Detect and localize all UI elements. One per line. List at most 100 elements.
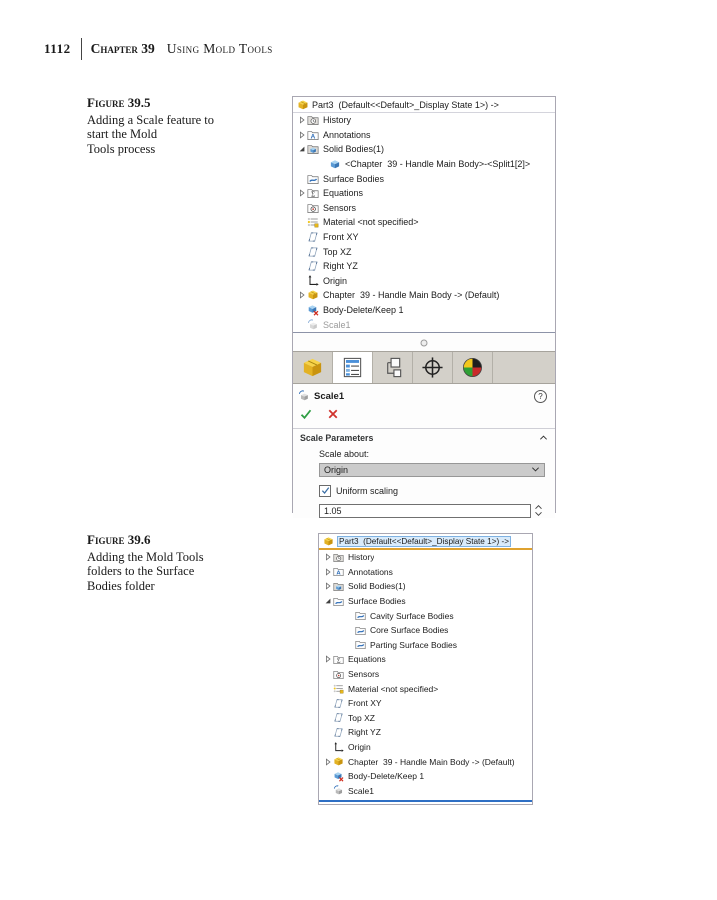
- tree-item-label: Body-Delete/Keep 1: [323, 305, 404, 315]
- tree-item-annotations[interactable]: AAnnotations: [293, 128, 555, 143]
- tree-item-sensors[interactable]: Sensors: [319, 667, 532, 682]
- annotations-folder-icon: A: [307, 129, 319, 141]
- tree-item-top-xz[interactable]: Top XZ: [319, 711, 532, 726]
- tree-item-front-xy[interactable]: Front XY: [293, 230, 555, 245]
- tree-item-label: Front XY: [323, 232, 359, 242]
- tree-item-label: Scale1: [348, 786, 374, 796]
- tree-item-front-xy[interactable]: Front XY: [319, 696, 532, 711]
- property-manager-header: Scale1 ?: [293, 387, 555, 405]
- displaymanager-tab[interactable]: [453, 352, 493, 383]
- tree-item-history[interactable]: History: [293, 113, 555, 128]
- dimxpertmanager-tab[interactable]: [413, 352, 453, 383]
- surface-bodies-folder-icon: [355, 639, 366, 650]
- help-icon[interactable]: ?: [534, 390, 547, 403]
- tree-item-scale1[interactable]: Scale1: [293, 317, 555, 332]
- tree-item-label: Surface Bodies: [323, 174, 384, 184]
- tree-item-body-delete-keep-1[interactable]: Body-Delete/Keep 1: [293, 303, 555, 318]
- expand-arrow-icon[interactable]: [322, 758, 333, 766]
- spinner-up-button[interactable]: [534, 504, 545, 510]
- expand-arrow-icon[interactable]: [322, 597, 333, 605]
- tree-item-origin[interactable]: Origin: [319, 740, 532, 755]
- chevron-down-icon: [531, 465, 540, 474]
- configurationmanager-tab[interactable]: [373, 352, 413, 383]
- spinner-down-button[interactable]: [534, 511, 545, 517]
- caption-line: Bodies folder: [87, 579, 257, 594]
- body-delete-icon: [333, 771, 344, 782]
- tree-item-label: Chapter 39 - Handle Main Body -> (Defaul…: [323, 290, 499, 300]
- tree-item-label: Equations: [323, 188, 363, 198]
- svg-text:Σ: Σ: [337, 658, 341, 665]
- feature-tree-root-label: Part3 (Default<<Default>_Display State 1…: [337, 536, 511, 547]
- tree-item-parting-surface-bodies[interactable]: Parting Surface Bodies: [319, 638, 532, 653]
- tree-item-right-yz[interactable]: Right YZ: [293, 259, 555, 274]
- uniform-scaling-checkbox[interactable]: Uniform scaling: [319, 485, 545, 497]
- tree-item-core-surface-bodies[interactable]: Core Surface Bodies: [319, 623, 532, 638]
- displaymanager-tab-icon: [461, 356, 484, 379]
- tree-item-annotations[interactable]: AAnnotations: [319, 565, 532, 580]
- tree-item-top-xz[interactable]: Top XZ: [293, 244, 555, 259]
- expand-arrow-icon[interactable]: [296, 189, 307, 197]
- expand-arrow-icon[interactable]: [322, 568, 333, 576]
- figure-caption-text: Adding a Scale feature tostart the MoldT…: [87, 113, 257, 157]
- tree-item-sensors[interactable]: Sensors: [293, 201, 555, 216]
- panel-splitter[interactable]: [293, 332, 555, 351]
- plane-icon: [307, 246, 319, 258]
- tree-item-label: Solid Bodies(1): [323, 144, 384, 154]
- property-manager: Scale1 ? Scale Parameters Scale about: O…: [293, 384, 555, 518]
- tree-item-material-not-specified[interactable]: Material <not specified>: [319, 681, 532, 696]
- expand-arrow-icon[interactable]: [322, 655, 333, 663]
- tree-item-chapter-39-handle-main-body-default[interactable]: Chapter 39 - Handle Main Body -> (Defaul…: [293, 288, 555, 303]
- expand-arrow-icon[interactable]: [296, 131, 307, 139]
- tree-item-solid-bodies-1[interactable]: Solid Bodies(1): [293, 142, 555, 157]
- solidworks-panel-figure-39-5: Part3 (Default<<Default>_Display State 1…: [292, 96, 556, 513]
- ok-button[interactable]: [300, 408, 312, 422]
- tree-item-chapter-39-handle-main-body-split1-2[interactable]: <Chapter 39 - Handle Main Body>-<Split1[…: [293, 157, 555, 172]
- tree-item-body-delete-keep-1[interactable]: Body-Delete/Keep 1: [319, 769, 532, 784]
- origin-icon: [333, 742, 344, 753]
- group-header[interactable]: Scale Parameters: [293, 429, 555, 445]
- property-manager-title: Scale1: [314, 391, 344, 402]
- tree-item-right-yz[interactable]: Right YZ: [319, 725, 532, 740]
- tree-item-label: Sensors: [348, 669, 379, 679]
- checkbox-checked-icon[interactable]: [319, 485, 331, 497]
- equations-folder-icon: Σ: [307, 187, 319, 199]
- tree-item-label: Chapter 39 - Handle Main Body -> (Defaul…: [348, 757, 515, 767]
- scale-factor-input[interactable]: 1.05: [319, 504, 531, 518]
- expand-arrow-icon[interactable]: [322, 582, 333, 590]
- feature-tree-root[interactable]: Part3 (Default<<Default>_Display State 1…: [293, 97, 555, 113]
- svg-text:A: A: [336, 571, 341, 577]
- tree-item-equations[interactable]: ΣEquations: [319, 652, 532, 667]
- tree-item-solid-bodies-1[interactable]: Solid Bodies(1): [319, 579, 532, 594]
- splitter-handle-icon[interactable]: [421, 339, 428, 346]
- tree-item-surface-bodies[interactable]: Surface Bodies: [319, 594, 532, 609]
- expand-arrow-icon[interactable]: [322, 553, 333, 561]
- collapse-chevron-icon[interactable]: [539, 433, 548, 442]
- tree-item-equations[interactable]: Σ Equations: [293, 186, 555, 201]
- tree-item-history[interactable]: History: [319, 550, 532, 565]
- annotations-folder-icon: A: [333, 566, 344, 577]
- rollback-bar[interactable]: [319, 800, 532, 802]
- tree-item-surface-bodies[interactable]: Surface Bodies: [293, 171, 555, 186]
- scale-about-dropdown[interactable]: Origin: [319, 463, 545, 477]
- tree-item-cavity-surface-bodies[interactable]: Cavity Surface Bodies: [319, 608, 532, 623]
- page-header: 1112 Chapter 39 Using Mold Tools: [44, 38, 273, 60]
- scale-icon: [298, 390, 310, 402]
- feature-tree-root-label: Part3 (Default<<Default>_Display State 1…: [312, 100, 499, 110]
- tree-item-chapter-39-handle-main-body-default[interactable]: Chapter 39 - Handle Main Body -> (Defaul…: [319, 754, 532, 769]
- expand-arrow-icon[interactable]: [296, 116, 307, 124]
- caption-line: Tools process: [87, 142, 257, 157]
- expand-arrow-icon[interactable]: [296, 291, 307, 299]
- expand-arrow-icon[interactable]: [296, 145, 307, 153]
- feature-tree-root[interactable]: Part3 (Default<<Default>_Display State 1…: [319, 534, 532, 550]
- tree-item-scale1[interactable]: Scale1: [319, 784, 532, 799]
- tree-item-origin[interactable]: Origin: [293, 274, 555, 289]
- sensors-folder-icon: [333, 669, 344, 680]
- surface-bodies-folder-icon: [333, 596, 344, 607]
- propertymanager-tab-icon: [341, 356, 364, 379]
- featuremanager-tab[interactable]: [293, 352, 333, 383]
- featuremanager-tab-icon: [301, 356, 324, 379]
- tree-item-label: Right YZ: [323, 261, 358, 271]
- tree-item-material-not-specified[interactable]: Material <not specified>: [293, 215, 555, 230]
- cancel-button[interactable]: [327, 408, 339, 422]
- propertymanager-tab[interactable]: [333, 352, 373, 383]
